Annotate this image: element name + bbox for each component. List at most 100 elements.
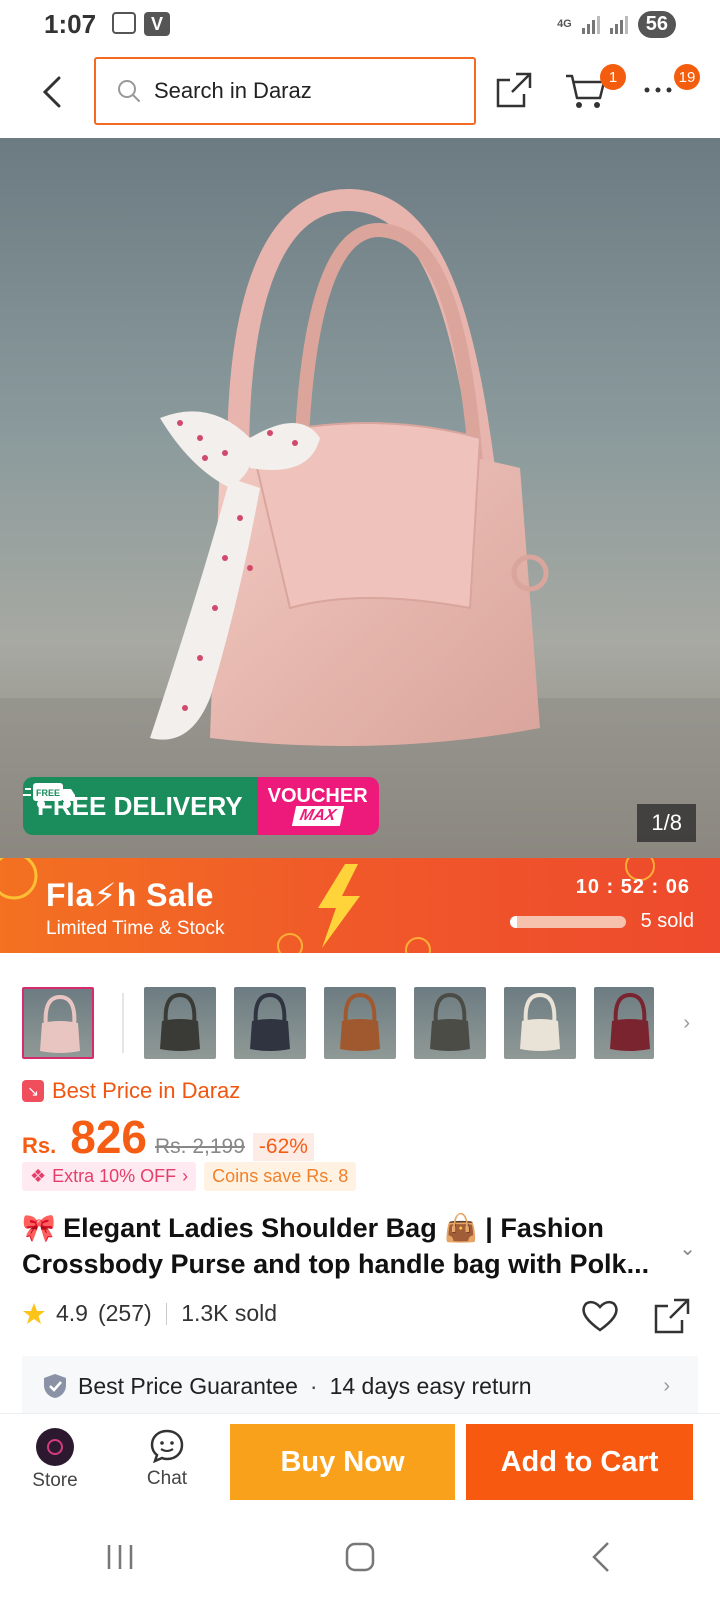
network-type: 4G	[557, 18, 572, 30]
flash-sale-sold: 5 sold	[640, 910, 694, 932]
share-icon	[496, 72, 532, 108]
price-tag-icon: ↘	[22, 1080, 44, 1102]
thumbnail[interactable]	[234, 987, 306, 1059]
vpn-icon: V	[144, 12, 171, 36]
cart-button[interactable]: 1	[562, 64, 626, 114]
voucher-max-badge: VOUCHER MAX	[256, 777, 379, 835]
share-product-button[interactable]	[652, 1296, 696, 1340]
heart-icon	[582, 1300, 618, 1332]
search-placeholder: Search in Daraz	[154, 78, 312, 103]
cart-badge: 1	[600, 64, 626, 90]
variant-thumbnails: ›	[22, 986, 712, 1060]
system-back-icon	[592, 1541, 609, 1572]
more-icon	[644, 87, 672, 93]
add-to-cart-button[interactable]: Add to Cart	[466, 1424, 693, 1500]
thumbnail-bag-shape	[520, 992, 560, 1051]
review-count: (257)	[97, 1300, 152, 1326]
product-title: 🎀 Elegant Ladies Shoulder Bag 👜 | Fashio…	[22, 1213, 650, 1279]
price-row: Rs. 826 Rs. 2,199 -62%	[22, 1110, 314, 1164]
flash-sale-title: Fla⚡h Sale	[46, 877, 214, 913]
price-original: Rs. 2,199	[155, 1135, 245, 1158]
battery-indicator: 56	[637, 10, 676, 38]
wishlist-button[interactable]	[580, 1296, 624, 1340]
share-icon	[654, 1298, 690, 1334]
signal-icon-2	[609, 14, 628, 34]
thumbnail[interactable]	[504, 987, 576, 1059]
search-input[interactable]: Search in Daraz	[94, 57, 476, 125]
rating-divider	[165, 1302, 168, 1325]
thumbnail-bag-shape	[610, 992, 650, 1051]
star-icon	[23, 1302, 45, 1324]
guarantee-separator: ·	[309, 1372, 318, 1399]
chat-button[interactable]: Chat	[127, 1428, 207, 1490]
flash-sale-subtitle: Limited Time & Stock	[46, 918, 225, 939]
delivery-truck-icon: FREE	[23, 783, 75, 808]
back-button[interactable]	[32, 72, 72, 112]
flash-sale-progress-fill	[510, 916, 517, 928]
voucher-max-label: MAX	[291, 806, 344, 826]
thumbnail[interactable]	[414, 987, 486, 1059]
image-counter: 1/8	[637, 804, 696, 842]
shield-check-icon	[44, 1374, 66, 1398]
status-bar: 1:07 V 4G 56	[0, 0, 720, 48]
easy-return: 14 days easy return	[329, 1372, 532, 1399]
system-back-button[interactable]	[570, 1527, 630, 1587]
thumbnail-bag-shape	[160, 992, 200, 1051]
flash-sale-banner[interactable]: Fla⚡h Sale Limited Time & Stock 10 : 52 …	[0, 858, 720, 953]
thumbnail-bag-shape	[250, 992, 290, 1051]
home-button[interactable]	[330, 1527, 390, 1587]
thumbnail-bag-shape	[430, 992, 470, 1051]
svg-text:FREE: FREE	[36, 788, 60, 798]
price-currency: Rs.	[22, 1133, 57, 1158]
expand-title-icon[interactable]: ⌄	[679, 1236, 696, 1261]
thumbnail[interactable]	[324, 987, 396, 1059]
price-current: 826	[70, 1111, 147, 1163]
coins-save-tag[interactable]: Coins save Rs. 8	[204, 1162, 357, 1191]
promo-tags: ❖ Extra 10% OFF › Coins save Rs. 8	[22, 1162, 357, 1191]
home-icon	[345, 1542, 375, 1571]
thumbnail-bag-shape	[340, 992, 380, 1051]
system-navigation-bar	[0, 1513, 720, 1600]
store-button[interactable]: Store	[15, 1428, 95, 1492]
price-discount: -62%	[252, 1133, 314, 1161]
best-price-guarantee: Best Price Guarantee	[78, 1372, 298, 1399]
recent-apps-icon	[107, 1544, 133, 1569]
store-avatar	[36, 1428, 74, 1466]
top-header: Search in Daraz 1 19	[0, 54, 720, 134]
status-time: 1:07	[44, 8, 97, 39]
voucher-icon: ❖	[30, 1166, 47, 1186]
rating-value: 4.9	[56, 1300, 88, 1326]
thumbnail-bag-shape	[40, 994, 80, 1053]
flash-sale-timer: 10 : 52 : 06	[575, 876, 690, 898]
thumbnail-divider	[122, 993, 124, 1053]
sold-count: 1.3K sold	[181, 1300, 278, 1326]
chevron-right-icon: ›	[182, 1166, 189, 1186]
best-price-label: Best Price in Daraz	[52, 1078, 241, 1103]
voucher-label: VOUCHER	[267, 785, 368, 807]
buy-now-button[interactable]: Buy Now	[230, 1424, 455, 1500]
thumbnail[interactable]	[144, 987, 216, 1059]
chat-label: Chat	[146, 1468, 188, 1489]
extra-off-tag[interactable]: ❖ Extra 10% OFF ›	[22, 1162, 197, 1191]
share-button[interactable]	[490, 66, 538, 114]
free-delivery-badge: FREE FREE DELIVERY	[23, 777, 257, 835]
search-icon	[118, 80, 140, 102]
thumbnails-next-icon[interactable]: ›	[683, 1012, 690, 1035]
thumbnail-selected[interactable]	[22, 987, 94, 1059]
thumbnail[interactable]	[594, 987, 654, 1059]
product-image	[0, 188, 720, 858]
extra-off-label: Extra 10% OFF	[52, 1166, 177, 1186]
recent-apps-button[interactable]	[90, 1527, 150, 1587]
signal-icon	[581, 14, 600, 34]
promo-strip: FREE FREE DELIVERY VOUCHER MAX	[23, 777, 379, 835]
flash-sale-progress	[510, 916, 626, 928]
guarantee-bar[interactable]: Best Price Guarantee · 14 days easy retu…	[22, 1356, 698, 1416]
back-arrow-icon	[42, 76, 61, 108]
screenshot-icon	[112, 12, 137, 34]
store-label: Store	[32, 1470, 78, 1491]
best-price-badge: ↘ Best Price in Daraz	[22, 1078, 240, 1104]
more-badge: 19	[674, 64, 700, 90]
product-image-carousel[interactable]: FREE FREE DELIVERY VOUCHER MAX 1/8	[0, 138, 720, 858]
more-button[interactable]: 19	[636, 64, 700, 114]
rating-row[interactable]: 4.9 (257) 1.3K sold	[22, 1300, 277, 1327]
